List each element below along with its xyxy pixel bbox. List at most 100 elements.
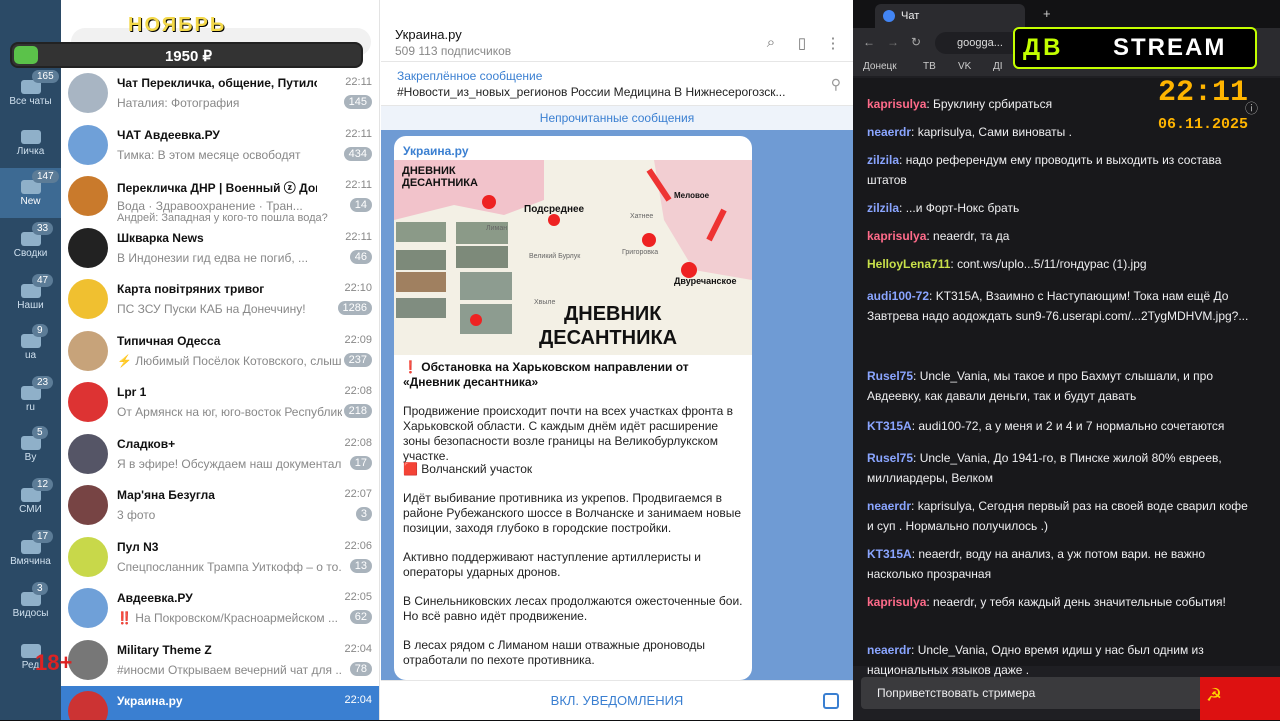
bookmark-4[interactable]: ДІ bbox=[993, 61, 1003, 72]
folder-label: СМИ bbox=[19, 504, 42, 515]
chat-preview: 3 фото bbox=[117, 508, 156, 522]
chat-preview: ‼️ На Покровском/Красноармейском ... bbox=[117, 611, 338, 625]
age-rating: 18+ bbox=[35, 650, 73, 675]
back-icon[interactable]: ← bbox=[863, 35, 875, 49]
chat-name: Перекличка ДНР | Военный ⓩ Доне... bbox=[117, 181, 317, 195]
google-icon bbox=[883, 10, 895, 22]
post-bubble: Украина.ру Подсреднее Меловое Двуречанск… bbox=[394, 136, 752, 680]
browser-tab[interactable]: Чат bbox=[875, 4, 1025, 28]
post-map-image[interactable]: Подсреднее Меловое Двуречанское ДНЕВНИК … bbox=[394, 160, 752, 355]
rail-folder-8[interactable]: 12 СМИ bbox=[0, 476, 61, 526]
rail-folder-9[interactable]: 17 Вмячина bbox=[0, 528, 61, 578]
new-tab-icon[interactable]: + bbox=[1043, 6, 1051, 21]
chat-row[interactable]: Типичная Одесса 22:09 ⚡ Любимый Посёлок Ко… bbox=[61, 326, 379, 377]
unread-badge: 17 bbox=[349, 455, 372, 470]
chat-username[interactable]: KT315A bbox=[867, 547, 912, 561]
sidebar-toggle-icon[interactable]: ▯ bbox=[794, 34, 810, 52]
folder-icon bbox=[20, 130, 41, 144]
chat-info-icon[interactable]: ⓘ bbox=[1245, 98, 1258, 117]
chat-text: kaprisulya, Сегодня первый раз на своей … bbox=[867, 499, 1248, 533]
post-paragraph-2: 🟥 Волчанский участок bbox=[403, 462, 533, 476]
rail-folder-0[interactable]: 165 Все чаты bbox=[0, 68, 61, 118]
gift-icon[interactable] bbox=[823, 693, 839, 709]
bookmark-2[interactable]: ТВ bbox=[923, 61, 936, 72]
chat-list: Чат Перекличка, общение, Путиловк... 22:1… bbox=[61, 0, 380, 720]
chat-username[interactable]: kaprisulya bbox=[867, 229, 926, 243]
rail-folder-4[interactable]: 47 Наши bbox=[0, 272, 61, 322]
post-paragraph-3: Идёт выбивание противника из укрепов. Пр… bbox=[403, 491, 742, 535]
map-label-grigorovka: Григоровка bbox=[622, 249, 658, 256]
chat-name: Пул N3 bbox=[117, 539, 159, 554]
chat-username[interactable]: neaerdr bbox=[867, 499, 911, 513]
notifications-button[interactable]: ВКЛ. УВЕДОМЛЕНИЯ bbox=[381, 680, 853, 720]
chat-username[interactable]: HelloyLena711 bbox=[867, 257, 950, 271]
chat-row[interactable]: Military Theme Z 22:04 #иносми Открываем в… bbox=[61, 635, 379, 686]
chat-time: 22:09 bbox=[344, 333, 372, 346]
chat-username[interactable]: zilzila bbox=[867, 201, 899, 215]
map-label-dvurechanskoe: Двуречанское bbox=[674, 276, 736, 286]
chat-time: 22:11 bbox=[345, 230, 372, 243]
greet-label: Поприветствовать стримера bbox=[877, 686, 1036, 700]
chat-row[interactable]: ЧАТ Авдеевка.РУ 22:11 Тимка: В этом месяце… bbox=[61, 120, 379, 171]
chat-row[interactable]: Чат Перекличка, общение, Путиловк... 22:1… bbox=[61, 68, 379, 119]
chat-username[interactable]: kaprisulya bbox=[867, 97, 926, 111]
chat-row[interactable]: Пул N3 22:06 Спецпосланник Трампа Уиткофф … bbox=[61, 532, 379, 583]
bookmark-3[interactable]: VK bbox=[958, 61, 971, 72]
chat-message: neaerdr: kaprisulya, Сегодня первый раз … bbox=[867, 496, 1257, 536]
rail-folder-3[interactable]: 33 Сводки bbox=[0, 220, 61, 270]
chat-row[interactable]: Мар'яна Безугла 22:07 3 фото 3 bbox=[61, 480, 379, 531]
chat-name: Украина.ру bbox=[117, 694, 183, 708]
rail-folder-2[interactable]: 147 New bbox=[0, 168, 61, 218]
folder-label: New bbox=[20, 196, 41, 207]
chat-message: Rusel75: Uncle_Vania, До 1941-го, в Пинс… bbox=[867, 448, 1257, 488]
separator: : bbox=[899, 201, 906, 215]
chat-row[interactable]: Сладков+ 22:08 Я в эфире! Обсуждаем наш до… bbox=[61, 429, 379, 480]
logo-left: ДВ bbox=[1023, 34, 1064, 61]
map-label-khvyle: Хвыле bbox=[534, 299, 556, 306]
chat-name: Типичная Одесса bbox=[117, 333, 221, 348]
rail-folder-7[interactable]: 5 By bbox=[0, 424, 61, 474]
chat-row[interactable]: Украина.ру 22:04 bbox=[61, 686, 379, 720]
unread-badge: 218 bbox=[343, 404, 372, 418]
rail-folder-1[interactable]: Личка bbox=[0, 118, 61, 168]
pinned-message[interactable]: Закреплённое сообщение #Новости_из_новых… bbox=[381, 62, 853, 106]
chat-text: Бруклину србираться bbox=[933, 97, 1053, 111]
chat-row[interactable]: Авдеевка.РУ 22:05 ‼️ На Покровском/Красноа… bbox=[61, 583, 379, 634]
map-caption-top: ДНЕВНИК bbox=[402, 165, 456, 177]
folder-label: ua bbox=[24, 350, 37, 361]
channel-title[interactable]: Украина.ру bbox=[395, 27, 462, 42]
chat-username[interactable]: KT315A bbox=[867, 419, 912, 433]
folder-label: By bbox=[24, 452, 37, 463]
pinned-text: #Новости_из_новых_регионов России Медици… bbox=[397, 85, 786, 99]
pin-list-icon[interactable]: ⚲ bbox=[831, 76, 841, 93]
more-menu-icon[interactable]: ⋮ bbox=[825, 34, 841, 52]
separator: : bbox=[899, 153, 906, 167]
folder-count: 23 bbox=[32, 376, 54, 389]
search-icon[interactable]: ⌕ bbox=[763, 34, 779, 51]
chat-time: 22:07 bbox=[344, 488, 372, 500]
browser-tab-title: Чат bbox=[901, 10, 920, 22]
chat-username[interactable]: Rusel75 bbox=[867, 451, 913, 465]
rail-folder-5[interactable]: 9 ua bbox=[0, 322, 61, 372]
map-label-podsrednee: Подсреднее bbox=[524, 204, 585, 215]
chat-username[interactable]: Rusel75 bbox=[867, 369, 913, 383]
chat-username[interactable]: neaerdr bbox=[867, 643, 911, 657]
chat-row[interactable]: Шкварка News 22:11 В Индонезии гид едва не… bbox=[61, 223, 379, 274]
forward-icon[interactable]: → bbox=[887, 35, 899, 49]
map-caption-top-2: ДЕСАНТНИКА bbox=[402, 177, 478, 189]
post-author[interactable]: Украина.ру bbox=[403, 144, 469, 158]
unread-badge: 62 bbox=[349, 610, 372, 624]
rail-folder-10[interactable]: 3 Видосы bbox=[0, 580, 61, 630]
reload-icon[interactable]: ↻ bbox=[911, 35, 921, 49]
chat-username[interactable]: kaprisulya bbox=[867, 595, 926, 609]
chat-username[interactable]: zilzila bbox=[867, 153, 899, 167]
chat-text: надо референдум ему проводить и выходить… bbox=[867, 153, 1222, 187]
rail-folder-6[interactable]: 23 ru bbox=[0, 374, 61, 424]
chat-username[interactable]: audi100-72 bbox=[867, 289, 929, 303]
avatar bbox=[68, 73, 108, 113]
bookmark-1[interactable]: Донецк bbox=[863, 61, 897, 72]
chat-username[interactable]: neaerdr bbox=[867, 125, 911, 139]
folder-label: Личка bbox=[16, 146, 45, 157]
chat-row[interactable]: Карта повітряних тривог 22:10 ПС ЗСУ Пуски… bbox=[61, 274, 379, 325]
chat-row[interactable]: Lpr 1 22:08 От Армянск на юг, юго-восток Р… bbox=[61, 377, 379, 428]
